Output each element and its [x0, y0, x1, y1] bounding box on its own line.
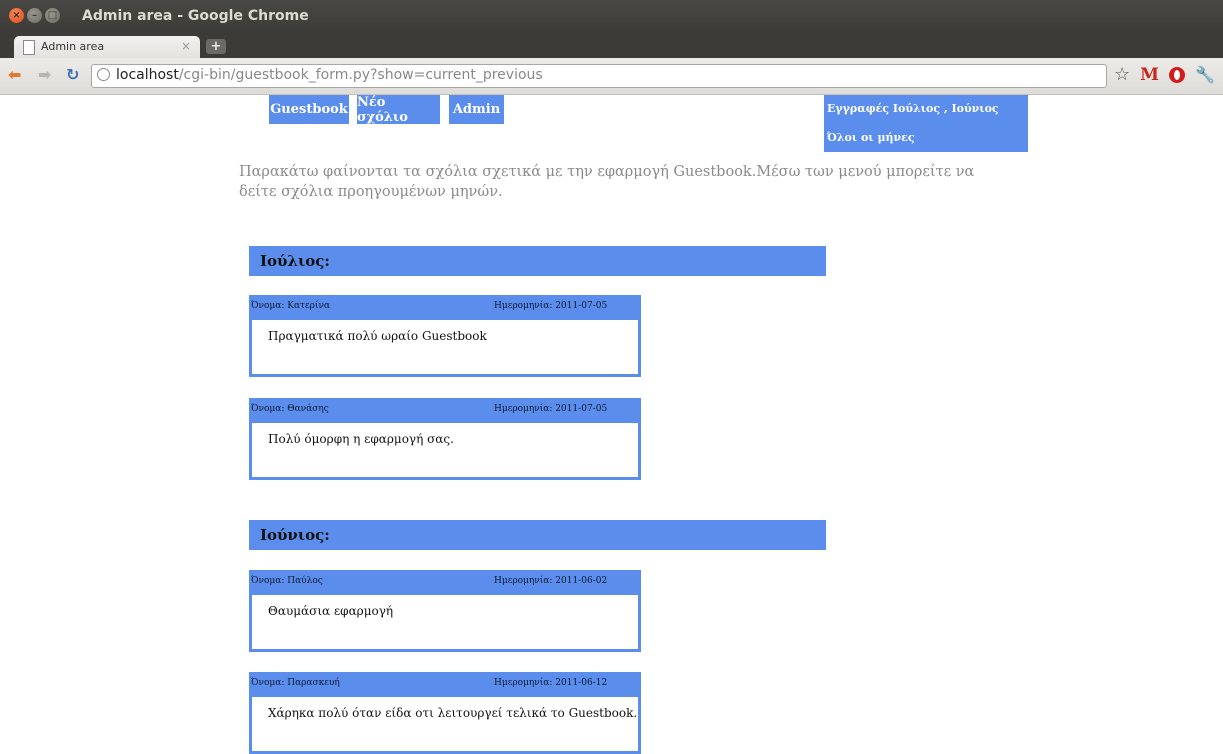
comment-text: Θαυμάσια εφαρμογή [268, 604, 394, 618]
window-title: Admin area - Google Chrome [82, 8, 309, 24]
bookmark-star-icon[interactable]: ☆ [1114, 66, 1130, 84]
comment-entry: Όνομα: Παύλος Ημερομηνία: 2011-06-02 Θαυ… [249, 570, 641, 652]
new-tab-button[interactable]: + [206, 39, 226, 54]
wrench-icon[interactable]: 🔧 [1195, 66, 1215, 84]
nav-new-comment-button[interactable]: Νέο σχόλιο [357, 95, 440, 125]
page-icon [23, 40, 35, 55]
comment-date: Ημερομηνία: 2011-07-05 [494, 301, 608, 311]
comment-entry: Όνομα: Παρασκευή Ημερομηνία: 2011-06-12 … [249, 672, 641, 754]
comment-date: Ημερομηνία: 2011-07-05 [494, 404, 608, 414]
toolbar-actions: ☆ M 🔧 [1114, 66, 1215, 85]
forward-arrow-icon[interactable]: ➡ [38, 67, 51, 83]
months-menu: Εγγραφές Ιούλιος , Ιούνιος Όλοι οι μήνες [824, 95, 1028, 152]
page-content: Guestbook Νέο σχόλιο Admin Εγγραφές Ιούλ… [0, 95, 1223, 754]
month-title: Ιούνιος: [260, 526, 330, 544]
months-current-link[interactable]: Εγγραφές Ιούλιος , Ιούνιος [827, 102, 999, 115]
comment-author: Όνομα: Παρασκευή [251, 678, 340, 688]
comment-author: Όνομα: Παύλος [251, 576, 323, 586]
back-arrow-icon[interactable]: ⬅ [8, 67, 21, 83]
reload-icon[interactable]: ↻ [66, 67, 79, 83]
browser-toolbar: ⬅ ➡ ↻ localhost/cgi-bin/guestbook_form.p… [0, 58, 1223, 95]
month-title: Ιούλιος: [260, 252, 330, 270]
nav-guestbook-button[interactable]: Guestbook [269, 95, 349, 124]
tab-admin-area[interactable]: Admin area × [14, 36, 200, 58]
comment-date: Ημερομηνία: 2011-06-12 [494, 678, 608, 688]
window-maximize-button[interactable]: □ [45, 8, 60, 23]
url-text[interactable]: localhost/cgi-bin/guestbook_form.py?show… [116, 67, 543, 83]
month-header: Ιούνιος: [249, 520, 826, 550]
comment-header: Όνομα: Κατερίνα Ημερομηνία: 2011-07-05 [249, 295, 641, 320]
comment-entry: Όνομα: Κατερίνα Ημερομηνία: 2011-07-05 Π… [249, 295, 641, 377]
comment-header: Όνομα: Παύλος Ημερομηνία: 2011-06-02 [249, 570, 641, 595]
window-controls: × – □ [9, 8, 60, 23]
tab-close-icon[interactable]: × [181, 39, 191, 53]
comment-author: Όνομα: Κατερίνα [251, 301, 331, 311]
address-bar[interactable]: localhost/cgi-bin/guestbook_form.py?show… [91, 64, 1107, 88]
nav-admin-button[interactable]: Admin [449, 95, 504, 124]
url-path: /cgi-bin/guestbook_form.py?show=current_… [178, 67, 543, 83]
comment-text: Χάρηκα πολύ όταν είδα οτι λειτουργεί τελ… [268, 706, 638, 720]
comment-entry: Όνομα: Θανάσης Ημερομηνία: 2011-07-05 Πο… [249, 398, 641, 480]
comment-date: Ημερομηνία: 2011-06-02 [494, 576, 608, 586]
comment-text: Πολύ όμορφη η εφαρμογή σας. [268, 432, 454, 446]
months-all-link[interactable]: Όλοι οι μήνες [827, 131, 915, 144]
comment-text: Πραγματικά πολύ ωραίο Guestbook [268, 329, 487, 343]
opera-icon[interactable] [1168, 67, 1185, 83]
tab-title: Admin area [41, 40, 105, 53]
comment-author: Όνομα: Θανάσης [251, 404, 329, 414]
window-minimize-button[interactable]: – [27, 8, 42, 23]
comment-header: Όνομα: Θανάσης Ημερομηνία: 2011-07-05 [249, 398, 641, 423]
intro-text: Παρακάτω φαίνονται τα σχόλια σχετικά με … [239, 164, 975, 200]
comment-header: Όνομα: Παρασκευή Ημερομηνία: 2011-06-12 [249, 672, 641, 697]
tab-strip: Admin area × + [0, 33, 1223, 58]
url-host: localhost [116, 67, 179, 83]
globe-icon [97, 68, 110, 81]
window-titlebar: × – □ Admin area - Google Chrome [0, 0, 1223, 33]
gmail-icon[interactable]: M [1140, 66, 1159, 84]
window-close-button[interactable]: × [9, 8, 24, 23]
month-header: Ιούλιος: [249, 246, 826, 276]
